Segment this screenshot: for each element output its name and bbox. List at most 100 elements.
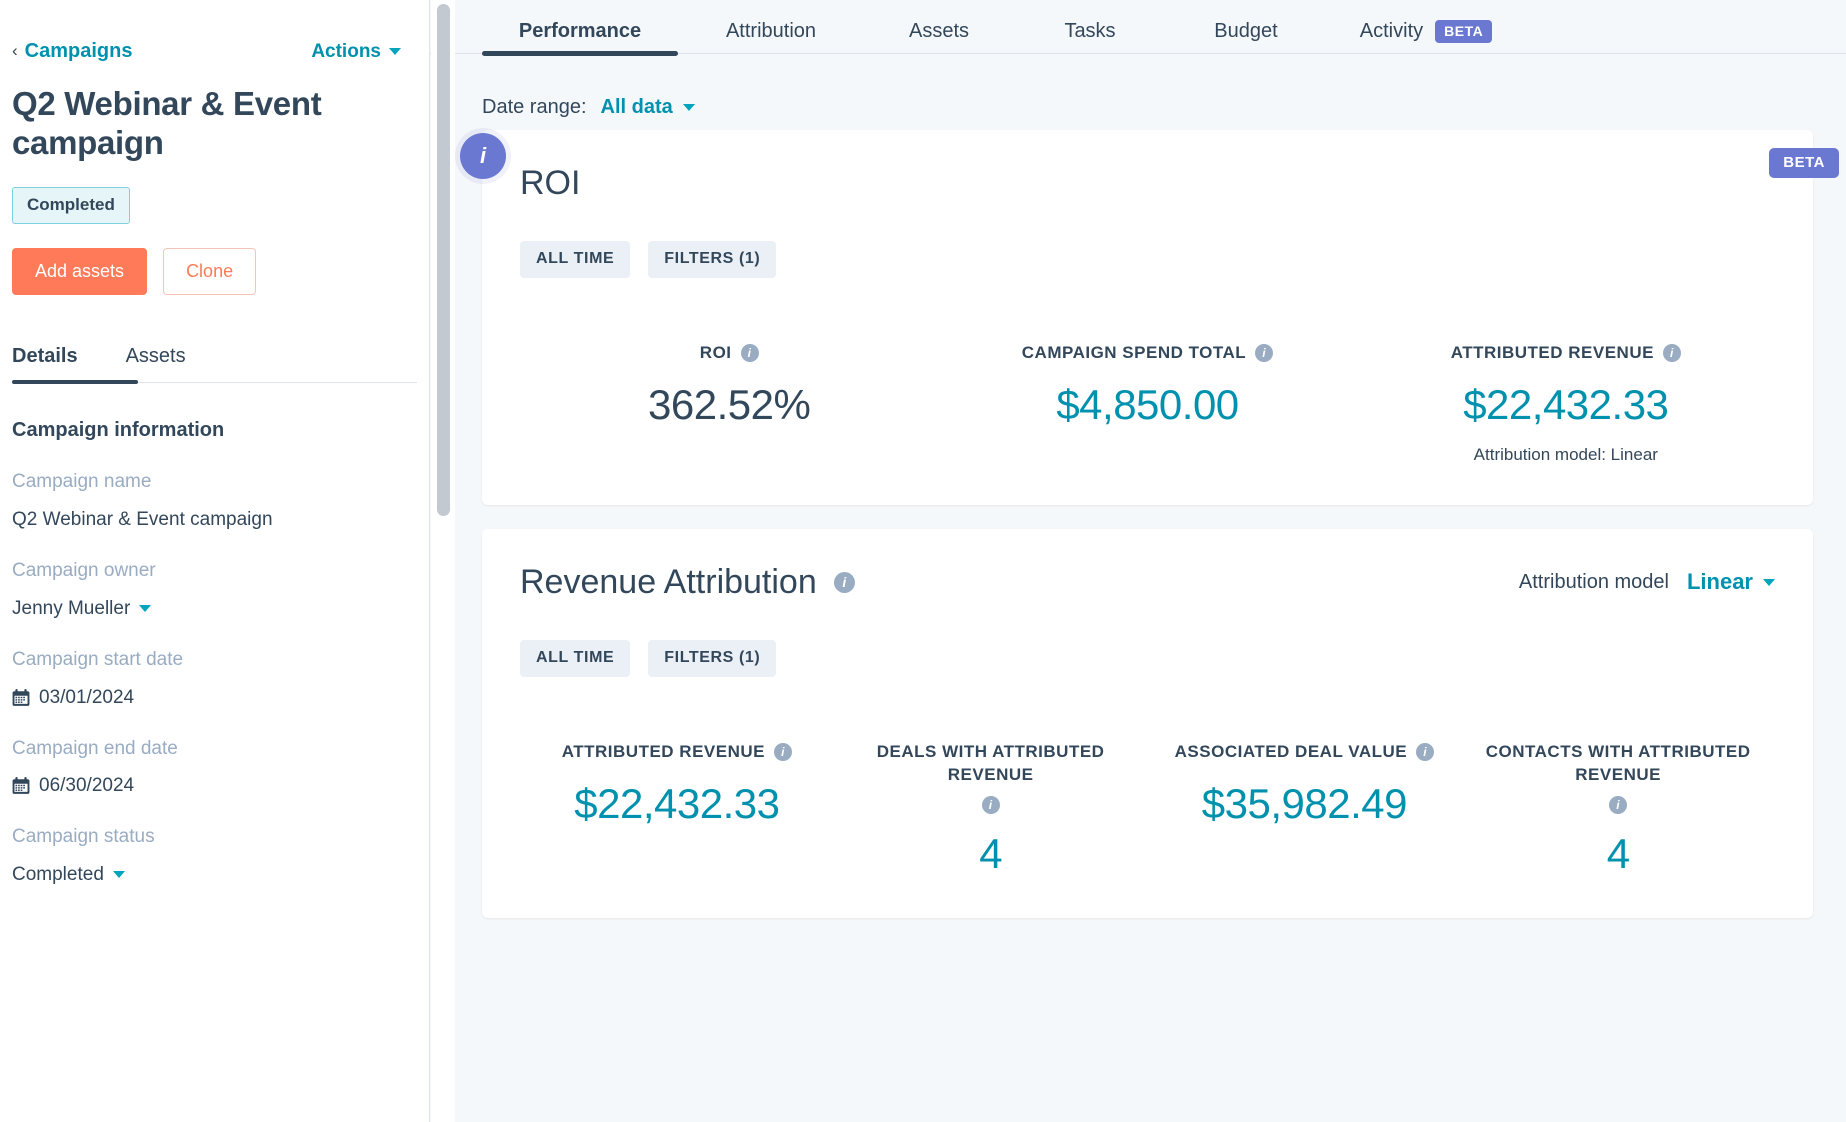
chevron-down-icon xyxy=(139,605,152,613)
chevron-down-icon xyxy=(389,48,401,55)
field-campaign-owner-value: Jenny Mueller xyxy=(12,597,131,619)
attribution-model-dropdown[interactable]: Linear xyxy=(1687,569,1775,595)
info-icon[interactable]: i xyxy=(1416,743,1435,762)
chip-filters[interactable]: FILTERS (1) xyxy=(648,639,777,677)
metric-campaign-spend-total-value: $4,850.00 xyxy=(1056,380,1239,428)
date-range-label: Date range: xyxy=(482,95,587,118)
metric-associated-deal-value-label: ASSOCIATED DEAL VALUE i xyxy=(1158,741,1452,764)
attribution-model-label: Attribution model xyxy=(1518,570,1669,593)
field-campaign-owner-value-row[interactable]: Jenny Mueller xyxy=(12,598,417,620)
chevron-down-icon xyxy=(1763,578,1775,586)
info-icon[interactable]: i xyxy=(740,344,759,363)
metric-contacts-with-attributed-revenue-label-text: CONTACTS WITH ATTRIBUTED REVENUE xyxy=(1485,741,1751,784)
attribution-model-selector: Attribution model Linear xyxy=(1519,569,1775,595)
metric-attributed-revenue-label: ATTRIBUTED REVENUE i xyxy=(530,741,824,764)
back-to-campaigns-link[interactable]: ‹ Campaigns xyxy=(12,40,132,63)
roi-card-title-text: ROI xyxy=(520,164,581,202)
date-range-row: Date range: All data xyxy=(430,54,1846,130)
tab-activity[interactable]: Activity BETA xyxy=(1326,0,1526,54)
tab-assets-label: Assets xyxy=(908,19,970,42)
metric-roi-value: 362.52% xyxy=(648,380,811,428)
chip-all-time[interactable]: ALL TIME xyxy=(520,639,631,677)
chevron-down-icon xyxy=(112,871,125,879)
tab-performance[interactable]: Performance xyxy=(482,0,678,56)
campaign-sidebar: ‹ Campaigns Actions Q2 Webinar & Event c… xyxy=(0,0,430,1122)
tab-attribution-label: Attribution xyxy=(725,19,817,42)
metric-contacts-with-attributed-revenue-value: 4 xyxy=(1606,829,1630,877)
metric-contacts-with-attributed-revenue-label: CONTACTS WITH ATTRIBUTED REVENUE i xyxy=(1471,741,1765,814)
field-campaign-start-date: Campaign start date 03/01/2024 xyxy=(12,648,417,709)
metric-attributed-revenue-value: $22,432.33 xyxy=(1463,380,1669,428)
actions-label: Actions xyxy=(311,40,381,62)
metric-associated-deal-value: ASSOCIATED DEAL VALUE i $35,982.49 xyxy=(1148,741,1462,878)
roi-card: BETA ROI ALL TIME FILTERS (1) ROI i 362.… xyxy=(482,130,1839,505)
sidebar-tab-details[interactable]: Details xyxy=(12,345,78,382)
info-icon[interactable]: i xyxy=(1662,344,1681,363)
tab-tasks[interactable]: Tasks xyxy=(1014,0,1166,54)
chevron-down-icon xyxy=(682,103,695,111)
roi-metrics: ROI i 362.52% CAMPAIGN SPEND TOTAL i $4,… xyxy=(520,342,1775,465)
field-campaign-start-date-value: 03/01/2024 xyxy=(39,686,135,708)
field-campaign-name-value-row[interactable]: Q2 Webinar & Event campaign xyxy=(12,509,417,531)
info-icon[interactable]: i xyxy=(1255,344,1274,363)
add-assets-button[interactable]: Add assets xyxy=(12,247,148,296)
sidebar-tab-assets[interactable]: Assets xyxy=(126,345,186,382)
info-icon[interactable]: i xyxy=(833,571,855,593)
revenue-attribution-card: Revenue Attribution i Attribution model … xyxy=(482,528,1813,918)
metric-contacts-with-attributed-revenue: CONTACTS WITH ATTRIBUTED REVENUE i 4 xyxy=(1461,741,1775,878)
field-campaign-end-date-value: 06/30/2024 xyxy=(39,775,135,797)
metric-roi-label: ROI i xyxy=(530,342,928,365)
revenue-attribution-header: Revenue Attribution i Attribution model … xyxy=(520,563,1775,602)
tab-performance-label: Performance xyxy=(518,19,642,42)
field-campaign-end-date: Campaign end date 06/30/2024 xyxy=(12,737,417,798)
metric-deals-with-attributed-revenue: DEALS WITH ATTRIBUTED REVENUE i 4 xyxy=(834,741,1148,878)
sidebar-button-row: Add assets Clone xyxy=(12,247,417,296)
field-campaign-owner: Campaign owner Jenny Mueller xyxy=(12,559,417,620)
info-icon[interactable]: i xyxy=(1609,795,1628,814)
sidebar-scrollbar[interactable] xyxy=(437,4,450,516)
clone-button[interactable]: Clone xyxy=(163,247,257,296)
info-help-button[interactable]: i xyxy=(460,133,506,179)
actions-dropdown[interactable]: Actions xyxy=(311,41,401,63)
main-tabs: Performance Attribution Assets Tasks Bud… xyxy=(430,0,1846,56)
chip-filters[interactable]: FILTERS (1) xyxy=(648,241,777,278)
field-campaign-end-date-label: Campaign end date xyxy=(12,737,178,759)
date-range-dropdown[interactable]: All data xyxy=(601,96,695,119)
chevron-left-icon: ‹ xyxy=(12,41,18,60)
breadcrumb: ‹ Campaigns Actions xyxy=(12,40,417,63)
revenue-attribution-metrics: ATTRIBUTED REVENUE i $22,432.33 DEALS WI… xyxy=(520,741,1775,878)
cards-container: BETA ROI ALL TIME FILTERS (1) ROI i 362.… xyxy=(430,130,1846,918)
roi-card-beta-badge: BETA xyxy=(1769,148,1839,178)
sidebar-tabs: Details Assets xyxy=(12,345,417,384)
revenue-attribution-title-text: Revenue Attribution xyxy=(520,562,817,601)
calendar-icon xyxy=(12,777,30,795)
campaign-detail-page: ‹ Campaigns Actions Q2 Webinar & Event c… xyxy=(0,0,1846,1122)
chip-all-time[interactable]: ALL TIME xyxy=(520,241,631,278)
tab-activity-label: Activity xyxy=(1359,19,1424,42)
tab-budget[interactable]: Budget xyxy=(1166,0,1326,54)
revenue-attribution-chips: ALL TIME FILTERS (1) xyxy=(520,639,1775,677)
metric-deals-with-attributed-revenue-value: 4 xyxy=(979,829,1003,877)
field-campaign-name-value: Q2 Webinar & Event campaign xyxy=(12,509,273,531)
tab-assets[interactable]: Assets xyxy=(864,0,1014,54)
roi-card-chips: ALL TIME FILTERS (1) xyxy=(520,241,1775,278)
field-campaign-start-date-label: Campaign start date xyxy=(12,648,184,670)
field-campaign-status-value-row[interactable]: Completed xyxy=(12,864,417,886)
field-campaign-name-label: Campaign name xyxy=(12,471,152,493)
field-campaign-status-label: Campaign status xyxy=(12,826,155,848)
metric-campaign-spend-total: CAMPAIGN SPEND TOTAL i $4,850.00 xyxy=(938,342,1356,465)
info-icon[interactable]: i xyxy=(774,743,792,762)
tab-attribution[interactable]: Attribution xyxy=(678,0,864,54)
beta-badge: BETA xyxy=(1435,19,1493,43)
field-campaign-end-date-value-row[interactable]: 06/30/2024 xyxy=(12,775,417,797)
info-icon[interactable]: i xyxy=(981,795,1000,814)
metric-deals-with-attributed-revenue-label-text: DEALS WITH ATTRIBUTED REVENUE xyxy=(876,741,1105,784)
metric-deals-with-attributed-revenue-label: DEALS WITH ATTRIBUTED REVENUE i xyxy=(844,741,1138,814)
field-campaign-status-value: Completed xyxy=(12,863,104,885)
field-campaign-status: Campaign status Completed xyxy=(12,825,417,886)
metric-associated-deal-value-value: $35,982.49 xyxy=(1201,779,1408,827)
page-title: Q2 Webinar & Event campaign xyxy=(12,85,322,161)
metric-attributed-revenue-label: ATTRIBUTED REVENUE i xyxy=(1367,342,1765,365)
field-campaign-start-date-value-row[interactable]: 03/01/2024 xyxy=(12,687,417,709)
metric-attributed-revenue-sub: Attribution model: Linear xyxy=(1473,444,1658,464)
